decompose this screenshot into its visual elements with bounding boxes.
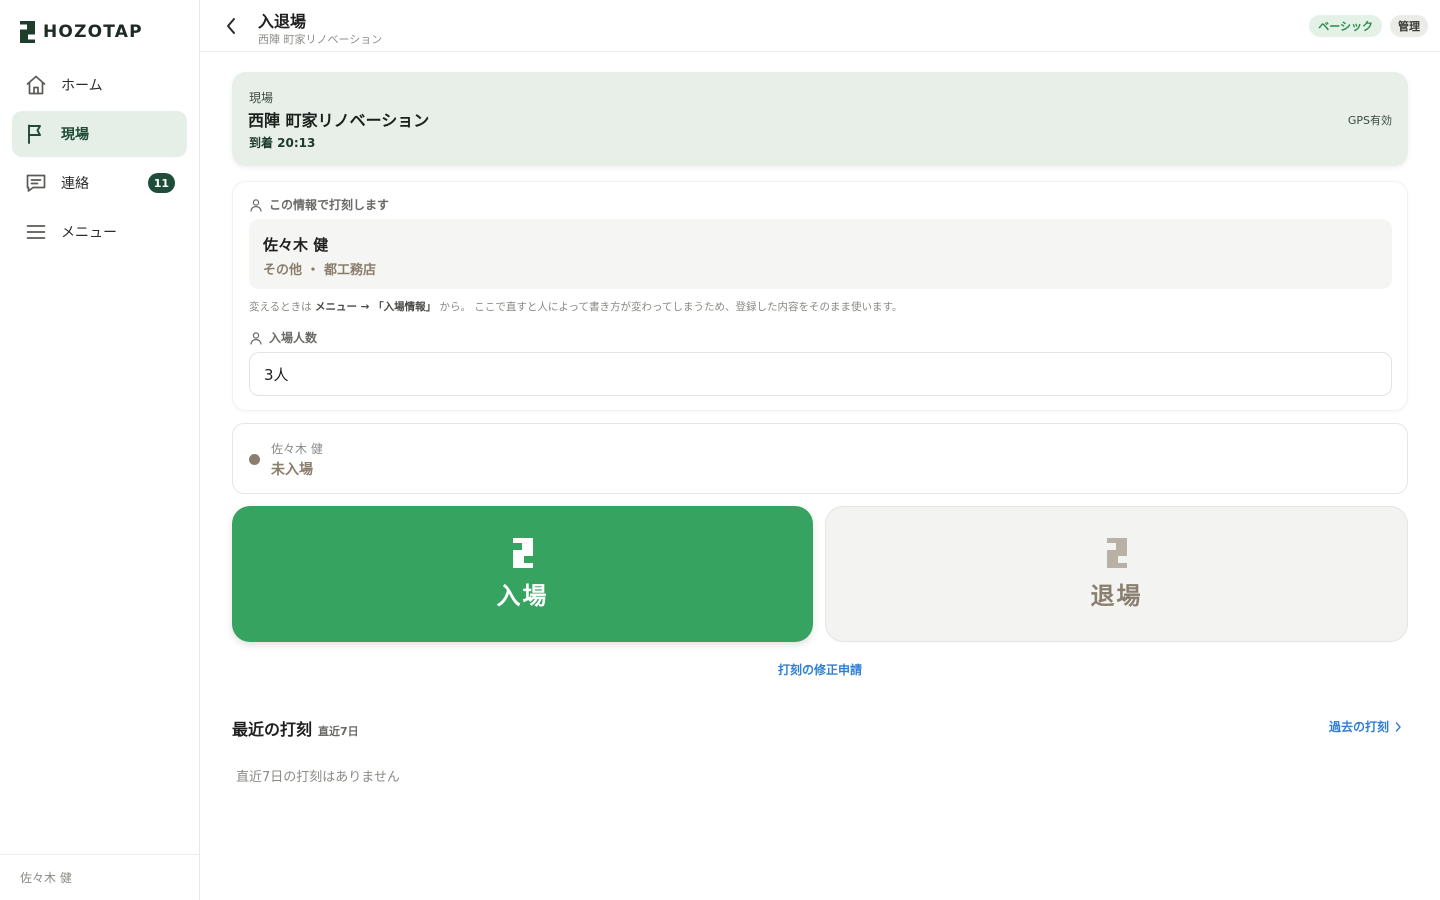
headcount-input[interactable]	[249, 352, 1392, 396]
page-subtitle: 西陣 町家リノベーション	[258, 33, 383, 46]
sidebar-item-menu[interactable]: メニュー	[12, 209, 187, 255]
worker-org: その他 ・ 都工務店	[263, 263, 377, 278]
brand-logo-icon	[512, 537, 533, 568]
check-in-label: 入場	[496, 581, 549, 610]
back-button[interactable]	[218, 13, 244, 39]
person-icon	[250, 331, 262, 345]
punch-info-card: この情報で打刻します 佐々木 健 その他 ・ 都工務店 変えるときは メニュー …	[232, 181, 1408, 411]
identity-note: 変えるときは メニュー → 「入場情報」 から。 ここで直すと人によって書き方が…	[249, 299, 902, 314]
brand-logo-icon	[1106, 537, 1127, 568]
arrival-time: 到着 20:13	[249, 136, 316, 150]
plan-badge: ベーシック	[1309, 15, 1382, 37]
recent-subtitle: 直近7日	[318, 725, 359, 738]
sidebar-item-label: メニュー	[61, 225, 117, 241]
page-header: 入退場 西陣 町家リノベーション ベーシック 管理	[200, 0, 1440, 52]
attendance-status-card: 佐々木 健 未入場	[232, 423, 1408, 494]
check-in-button[interactable]: 入場	[232, 506, 813, 642]
sidebar-user: 佐々木 健	[0, 854, 199, 900]
current-site-card: 現場 西陣 町家リノベーション 到着 20:13 GPS有効	[232, 72, 1408, 166]
brand[interactable]: HOZOTAP	[20, 21, 143, 43]
status-dot	[249, 454, 260, 465]
person-icon	[250, 198, 262, 212]
unread-badge: 11	[147, 173, 175, 193]
check-out-label: 退場	[1090, 581, 1143, 610]
past-punches-label: 過去の打刻	[1328, 720, 1389, 734]
menu-icon	[26, 225, 46, 239]
recent-section-title: 最近の打刻 直近7日	[232, 716, 359, 740]
gps-status: GPS有効	[1347, 114, 1392, 127]
fix-request-row: 打刻の修正申請	[0, 661, 1440, 678]
chevron-left-icon	[227, 18, 235, 34]
worker-name: 佐々木 健	[263, 236, 329, 254]
headcount-section-text: 入場人数	[269, 331, 318, 345]
sidebar-item-site[interactable]: 現場	[12, 111, 187, 157]
recent-title-text: 最近の打刻	[232, 720, 313, 739]
site-label: 現場	[249, 91, 274, 105]
recent-empty-state: 直近7日の打刻はありません	[236, 770, 400, 785]
past-punches-link[interactable]: 過去の打刻	[1329, 718, 1402, 735]
note-prefix: 変えるときは	[249, 301, 316, 313]
sidebar: HOZOTAP ホーム 現場 連絡 11 メニュー 佐々木 健	[0, 0, 200, 900]
note-suffix: から。 ここで直すと人によって書き方が変わってしまうため、登録した内容をそのまま…	[436, 301, 903, 313]
headcount-section-label: 入場人数	[249, 329, 317, 346]
sidebar-item-home[interactable]: ホーム	[12, 62, 187, 108]
page-title: 入退場	[258, 12, 307, 31]
identity-box: 佐々木 健 その他 ・ 都工務店	[249, 219, 1392, 289]
note-menu-path: メニュー → 「入場情報」	[315, 301, 437, 313]
home-icon	[26, 75, 46, 95]
brand-logo-icon	[20, 21, 35, 43]
flag-icon	[28, 124, 41, 144]
fix-request-link[interactable]: 打刻の修正申請	[778, 663, 862, 677]
brand-name: HOZOTAP	[43, 22, 143, 42]
status-worker-name: 佐々木 健	[271, 442, 323, 456]
sidebar-item-messages[interactable]: 連絡 11	[12, 160, 187, 206]
role-badge: 管理	[1390, 15, 1428, 37]
sidebar-nav: ホーム 現場 連絡 11 メニュー	[12, 62, 187, 258]
sidebar-item-label: 連絡	[61, 176, 89, 192]
check-out-button[interactable]: 退場	[825, 506, 1408, 642]
site-name: 西陣 町家リノベーション	[248, 111, 430, 130]
sidebar-item-label: 現場	[61, 127, 89, 143]
identity-section-label: この情報で打刻します	[249, 196, 389, 213]
identity-section-text: この情報で打刻します	[269, 198, 390, 212]
chat-icon	[26, 174, 46, 192]
status-text: 未入場	[271, 462, 313, 478]
sidebar-item-label: ホーム	[61, 78, 103, 94]
chevron-right-icon	[1395, 721, 1401, 732]
